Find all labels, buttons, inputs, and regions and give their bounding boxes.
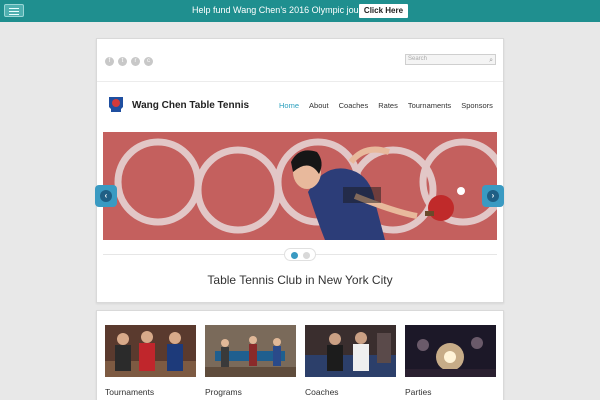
menu-icon[interactable] — [4, 4, 24, 17]
nav-rates[interactable]: Rates — [378, 101, 398, 110]
club-logo[interactable] — [107, 95, 125, 115]
chat-icon[interactable]: c — [144, 57, 153, 66]
search-icon[interactable]: ⌕ — [489, 56, 493, 65]
search-placeholder: Search — [408, 56, 428, 62]
hero-slide-image — [103, 132, 497, 240]
coaches-photo[interactable] — [305, 325, 396, 377]
tile-programs[interactable]: Programs — [205, 325, 296, 397]
twitter-icon[interactable]: t — [118, 57, 127, 66]
promo-text: Help fund Wang Chen’s 2016 Olympic journ… — [192, 5, 377, 15]
slider-pagination — [284, 248, 316, 261]
page-tagline: Table Tennis Club in New York City — [207, 273, 393, 287]
main-card: f t r c Search ⌕ Wang Chen Table Tennis … — [95, 38, 504, 303]
slide-dot-2[interactable] — [303, 252, 310, 259]
tile-coaches[interactable]: Coaches — [305, 325, 396, 397]
facebook-icon[interactable]: f — [105, 57, 114, 66]
nav-tournaments[interactable]: Tournaments — [408, 101, 451, 110]
tile-label[interactable]: Parties — [405, 387, 431, 397]
tile-tournaments[interactable]: Tournaments — [105, 325, 196, 397]
slider-next-button[interactable]: › — [482, 185, 504, 207]
social-links: f t r c — [105, 57, 153, 66]
site-title[interactable]: Wang Chen Table Tennis — [132, 100, 249, 111]
nav-about[interactable]: About — [309, 101, 329, 110]
promo-bar: Help fund Wang Chen’s 2016 Olympic journ… — [0, 0, 600, 22]
header-divider — [97, 81, 503, 82]
nav-coaches[interactable]: Coaches — [339, 101, 369, 110]
features-card: Tournaments Programs Coaches Parties — [96, 310, 504, 400]
chevron-left-icon: ‹ — [104, 191, 108, 200]
tile-label[interactable]: Programs — [205, 387, 242, 397]
tile-label[interactable]: Tournaments — [105, 387, 154, 397]
tournaments-photo[interactable] — [105, 325, 196, 377]
tile-parties[interactable]: Parties — [405, 325, 496, 397]
main-nav: Home About Coaches Rates Tournaments Spo… — [279, 101, 493, 110]
nav-sponsors[interactable]: Sponsors — [461, 101, 493, 110]
programs-photo[interactable] — [205, 325, 296, 377]
nav-home[interactable]: Home — [279, 101, 299, 110]
parties-photo[interactable] — [405, 325, 496, 377]
chevron-right-icon: › — [491, 191, 495, 200]
feature-tiles: Tournaments Programs Coaches Parties — [105, 325, 497, 400]
slide-dot-1[interactable] — [291, 252, 298, 259]
search-input[interactable]: Search ⌕ — [405, 54, 496, 65]
tile-label[interactable]: Coaches — [305, 387, 339, 397]
click-here-button[interactable]: Click Here — [359, 4, 408, 18]
slider-prev-button[interactable]: ‹ — [95, 185, 117, 207]
rss-icon[interactable]: r — [131, 57, 140, 66]
